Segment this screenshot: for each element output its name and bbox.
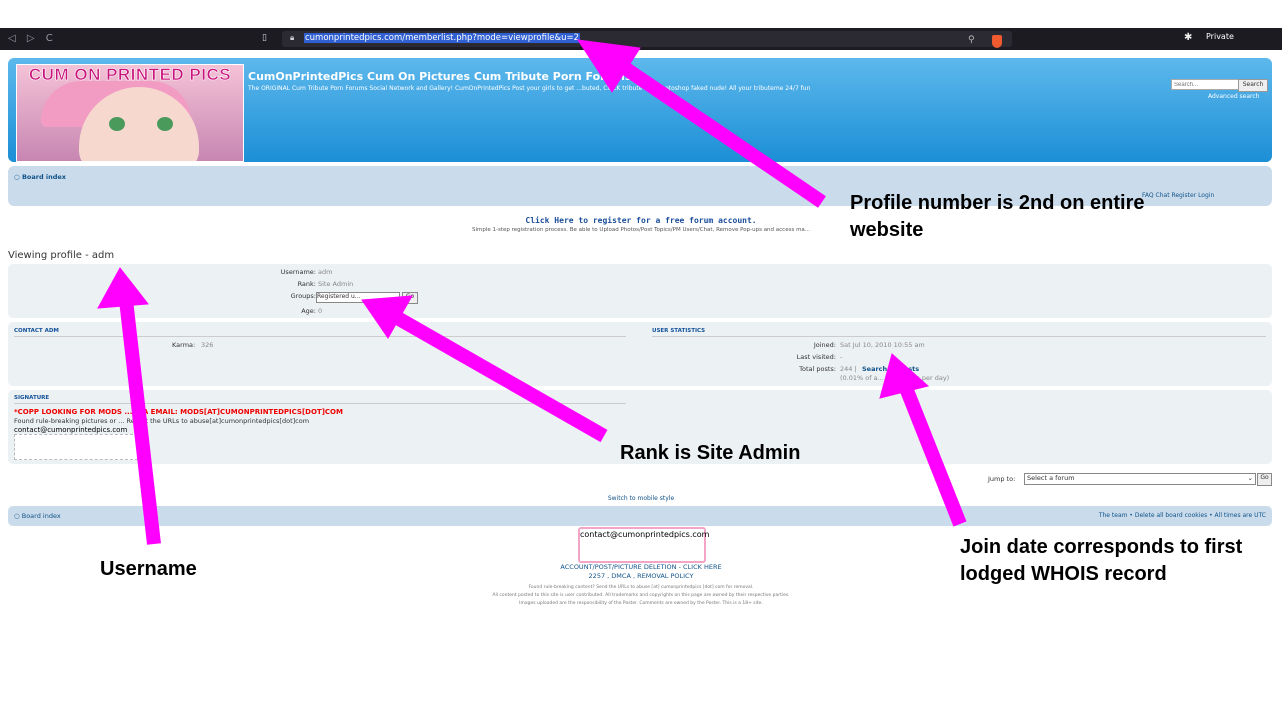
arrow-rank — [390, 309, 608, 443]
annotation-arrows — [97, 39, 967, 545]
arrow-join-date — [899, 385, 967, 527]
arrow-head — [97, 267, 149, 309]
annotation-rank: Rank is Site Admin — [620, 442, 801, 464]
annotation-join-date: Join date corresponds to first lodged WH… — [960, 536, 1243, 585]
annotation-profile-number: Profile number is 2nd on entire website — [850, 192, 1145, 241]
arrow-username — [119, 299, 161, 545]
arrow-profile-number — [612, 56, 826, 208]
annotation-username: Username — [100, 558, 197, 580]
arrow-head — [879, 353, 930, 399]
